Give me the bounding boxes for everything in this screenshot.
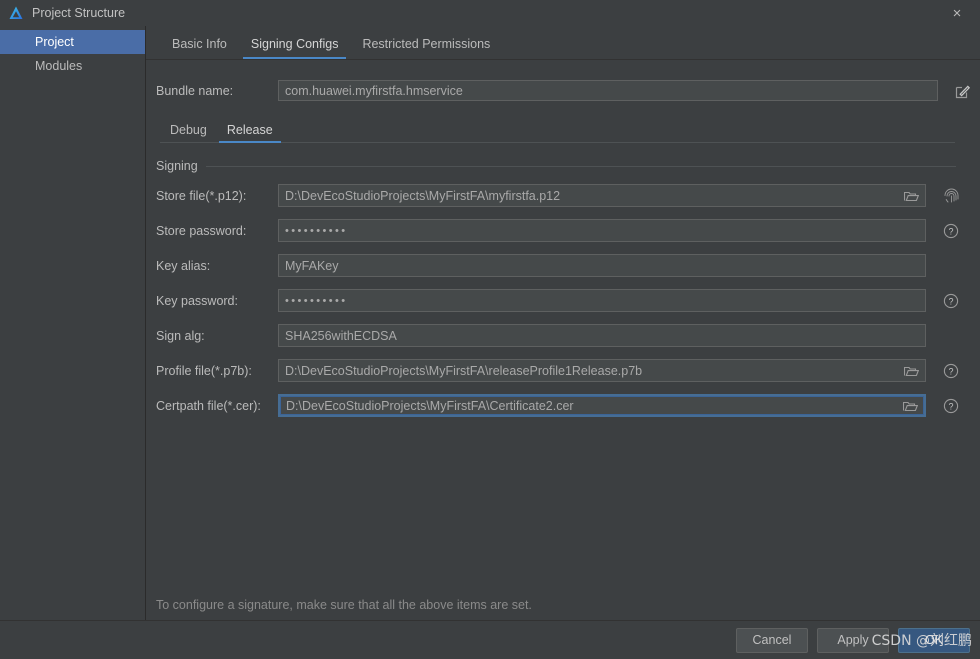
svg-text:?: ? <box>948 226 953 236</box>
sidebar: Project Modules <box>0 26 146 620</box>
sign-alg-value: SHA256withECDSA <box>285 328 397 343</box>
tab-signing-configs[interactable]: Signing Configs <box>239 37 351 59</box>
help-icon[interactable]: ? <box>943 292 960 309</box>
certpath-file-input[interactable]: D:\DevEcoStudioProjects\MyFirstFA\Certif… <box>278 394 926 417</box>
signing-group-title: Signing <box>156 159 198 173</box>
ok-button[interactable]: OK <box>898 627 970 653</box>
apply-button[interactable]: Apply <box>817 627 889 653</box>
bundle-name-input[interactable]: com.huawei.myfirstfa.hmservice <box>278 80 938 101</box>
svg-text:?: ? <box>948 296 953 306</box>
tab-debug[interactable]: Debug <box>160 123 217 142</box>
window-title: Project Structure <box>32 6 126 20</box>
signature-hint-text: To configure a signature, make sure that… <box>156 598 532 612</box>
folder-browse-icon[interactable] <box>903 364 919 378</box>
certpath-file-label: Certpath file(*.cer): <box>156 398 261 413</box>
form-row-store-password: Store password: •••••••••• ? <box>146 218 980 243</box>
sign-alg-input[interactable]: SHA256withECDSA <box>278 324 926 347</box>
help-icon[interactable]: ? <box>943 397 960 414</box>
key-alias-value: MyFAKey <box>285 258 339 273</box>
bundle-name-row: Bundle name: com.huawei.myfirstfa.hmserv… <box>146 80 980 101</box>
profile-file-label: Profile file(*.p7b): <box>156 363 252 378</box>
tab-basic-info[interactable]: Basic Info <box>160 37 239 59</box>
deveco-logo-icon <box>8 5 24 21</box>
store-password-value: •••••••••• <box>285 224 348 237</box>
svg-text:?: ? <box>948 366 953 376</box>
help-icon[interactable]: ? <box>943 222 960 239</box>
cancel-button[interactable]: Cancel <box>736 627 808 653</box>
store-password-input[interactable]: •••••••••• <box>278 219 926 242</box>
store-file-input[interactable]: D:\DevEcoStudioProjects\MyFirstFA\myfirs… <box>278 184 926 207</box>
certpath-file-aux: ? <box>934 397 968 414</box>
sidebar-item-project[interactable]: Project <box>0 30 145 54</box>
profile-file-input[interactable]: D:\DevEcoStudioProjects\MyFirstFA\releas… <box>278 359 926 382</box>
key-password-input[interactable]: •••••••••• <box>278 289 926 312</box>
dialog-body: Project Modules Basic Info Signing Confi… <box>0 26 980 620</box>
sub-tab-bar: Debug Release <box>160 118 955 143</box>
fingerprint-icon[interactable] <box>943 187 960 204</box>
key-alias-input[interactable]: MyFAKey <box>278 254 926 277</box>
store-file-value: D:\DevEcoStudioProjects\MyFirstFA\myfirs… <box>285 188 561 203</box>
form-row-profile-file: Profile file(*.p7b): D:\DevEcoStudioProj… <box>146 358 980 383</box>
help-icon[interactable]: ? <box>943 362 960 379</box>
form-row-store-file: Store file(*.p12): D:\DevEcoStudioProjec… <box>146 183 980 208</box>
sidebar-item-modules[interactable]: Modules <box>0 54 145 78</box>
key-alias-label: Key alias: <box>156 258 211 273</box>
dialog-footer: Cancel Apply OK <box>0 620 980 659</box>
group-divider <box>205 165 956 167</box>
store-password-label: Store password: <box>156 223 247 238</box>
main-panel: Basic Info Signing Configs Restricted Pe… <box>146 26 980 620</box>
title-bar: Project Structure × <box>0 0 980 27</box>
form-row-certpath-file: Certpath file(*.cer): D:\DevEcoStudioPro… <box>146 393 980 418</box>
form-row-sign-alg: Sign alg: SHA256withECDSA <box>146 323 980 348</box>
tab-restricted-permissions[interactable]: Restricted Permissions <box>350 37 502 59</box>
folder-browse-icon[interactable] <box>902 399 918 413</box>
sign-alg-label: Sign alg: <box>156 328 205 343</box>
store-file-label: Store file(*.p12): <box>156 188 247 203</box>
key-password-aux: ? <box>934 292 968 309</box>
top-tab-bar: Basic Info Signing Configs Restricted Pe… <box>146 26 980 60</box>
svg-text:?: ? <box>948 401 953 411</box>
store-password-aux: ? <box>934 222 968 239</box>
form-row-key-alias: Key alias: MyFAKey <box>146 253 980 278</box>
folder-browse-icon[interactable] <box>903 189 919 203</box>
profile-file-value: D:\DevEcoStudioProjects\MyFirstFA\releas… <box>285 363 643 378</box>
bundle-name-label: Bundle name: <box>156 83 234 98</box>
store-file-aux <box>934 187 968 204</box>
certpath-file-value: D:\DevEcoStudioProjects\MyFirstFA\Certif… <box>286 398 574 413</box>
close-icon[interactable]: × <box>934 0 980 26</box>
form-row-key-password: Key password: •••••••••• ? <box>146 288 980 313</box>
key-password-label: Key password: <box>156 293 238 308</box>
signing-form: Store file(*.p12): D:\DevEcoStudioProjec… <box>146 183 980 418</box>
edit-pencil-icon[interactable] <box>954 82 972 100</box>
tab-release[interactable]: Release <box>217 123 283 143</box>
profile-file-aux: ? <box>934 362 968 379</box>
key-password-value: •••••••••• <box>285 294 348 307</box>
signing-group-header: Signing <box>156 159 956 173</box>
